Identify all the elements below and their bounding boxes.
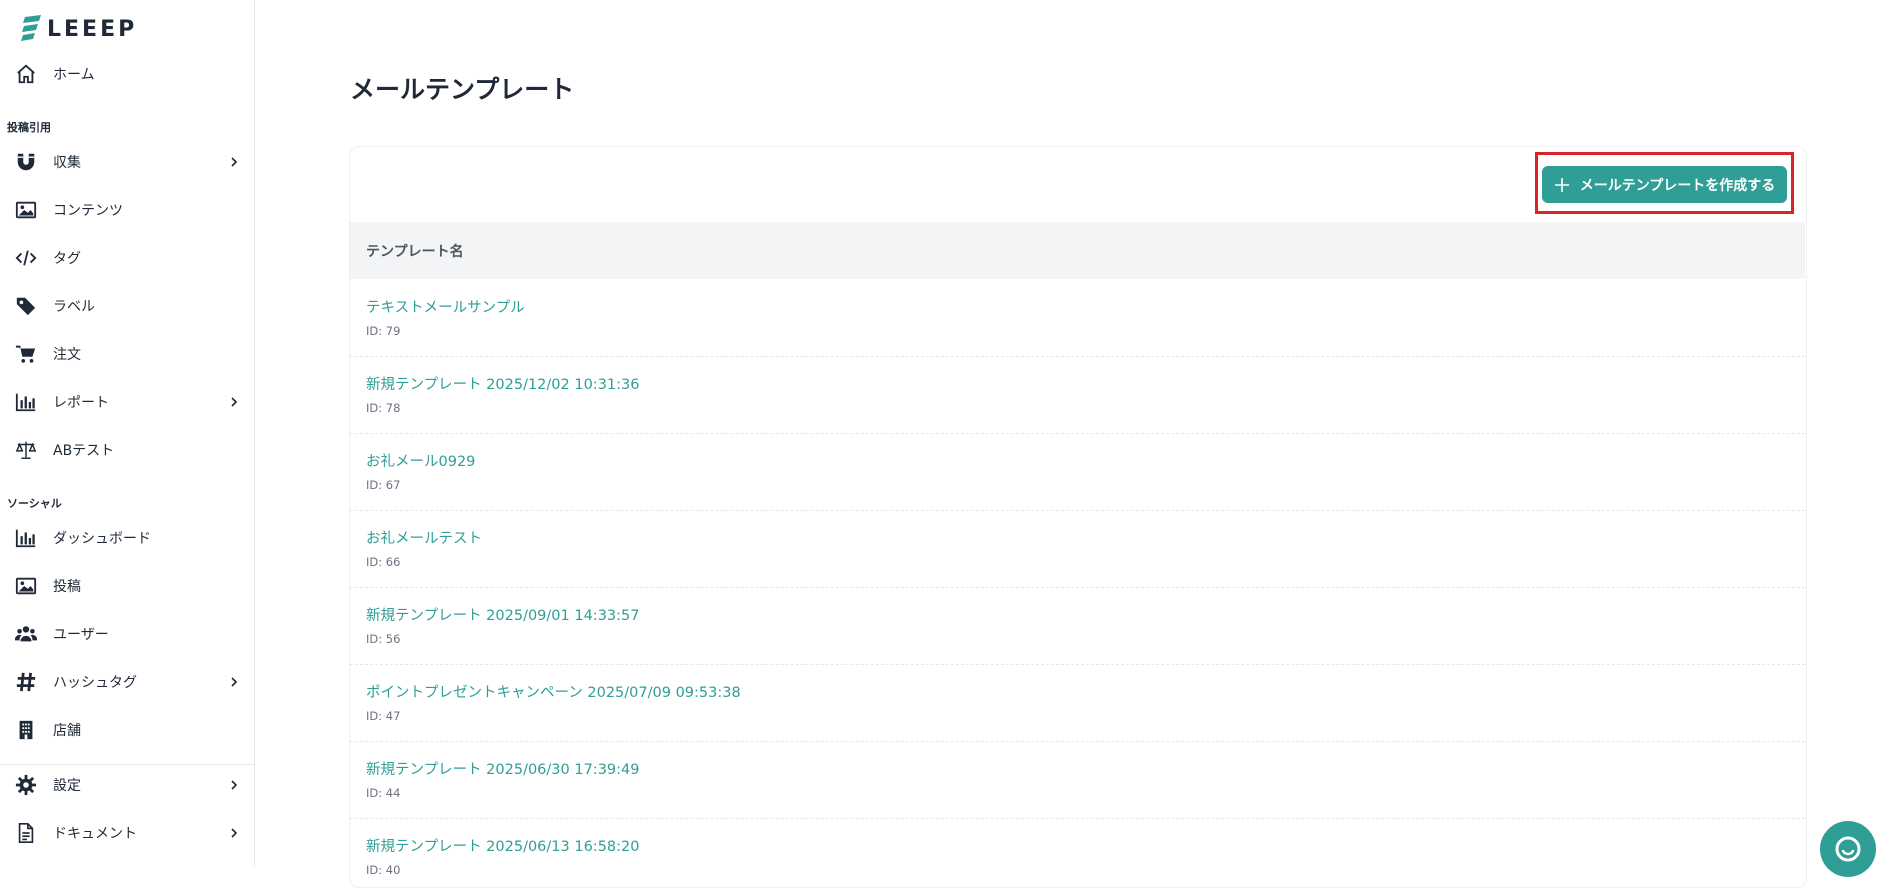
table-row: お礼メールテスト ID: 66 (350, 511, 1805, 588)
sidebar-item-label: タグ (53, 251, 81, 267)
sidebar-item-label: コンテンツ (53, 203, 123, 219)
create-template-button-label: メールテンプレートを作成する (1579, 177, 1776, 194)
sidebar-item-users[interactable]: ユーザー (0, 614, 254, 654)
sidebar-item-label: 注文 (53, 347, 81, 363)
sidebar-item-posts[interactable]: 投稿 (0, 566, 254, 606)
table-row: 新規テンプレート 2025/09/01 14:33:57 ID: 56 (350, 588, 1805, 665)
create-template-button[interactable]: メールテンプレートを作成する (1542, 166, 1787, 203)
chevron-right-icon (231, 677, 238, 687)
sidebar-item-home[interactable]: ホーム (0, 54, 254, 94)
sidebar-item-label: レポート (53, 395, 109, 411)
table-row: 新規テンプレート 2025/06/30 17:39:49 ID: 44 (350, 742, 1805, 819)
image-icon (14, 198, 38, 222)
scale-icon (14, 438, 38, 462)
template-name-link[interactable]: お礼メール0929 (366, 450, 475, 471)
chat-widget-button[interactable] (1820, 821, 1876, 877)
sidebar-item-label: 店舗 (53, 723, 81, 739)
column-header-template-name: テンプレート名 (366, 243, 464, 260)
sidebar-item-label: ハッシュタグ (53, 675, 137, 691)
image-icon (14, 574, 38, 598)
table-row: 新規テンプレート 2025/06/13 16:58:20 ID: 40 (350, 819, 1805, 877)
template-id: ID: 67 (366, 478, 401, 492)
sidebar-item-collect[interactable]: 収集 (0, 142, 254, 182)
sidebar-item-label: ユーザー (53, 627, 109, 643)
logo-text: LEEEP (47, 16, 138, 42)
chevron-right-icon (231, 397, 238, 407)
table-row: 新規テンプレート 2025/12/02 10:31:36 ID: 78 (350, 357, 1805, 434)
chevron-right-icon (231, 828, 238, 838)
sidebar-item-label: ABテスト (53, 443, 115, 459)
sidebar-item-label: 投稿 (53, 579, 81, 595)
document-icon (14, 821, 38, 845)
template-name-link[interactable]: 新規テンプレート 2025/06/30 17:39:49 (366, 758, 639, 779)
template-id: ID: 56 (366, 632, 401, 646)
template-id: ID: 79 (366, 324, 401, 338)
sidebar-item-label: 設定 (53, 778, 81, 794)
plus-icon (1554, 177, 1569, 192)
table-row: テキストメールサンプル ID: 79 (350, 280, 1805, 357)
page-title: メールテンプレート (350, 75, 575, 104)
template-name-link[interactable]: テキストメールサンプル (366, 296, 525, 317)
home-icon (14, 62, 38, 86)
table-row: お礼メール0929 ID: 67 (350, 434, 1805, 511)
template-id: ID: 40 (366, 863, 401, 877)
template-name-link[interactable]: 新規テンプレート 2025/06/13 16:58:20 (366, 835, 639, 856)
chat-icon (1835, 836, 1861, 862)
magnet-icon (14, 150, 38, 174)
chevron-right-icon (231, 157, 238, 167)
bar-chart-icon (14, 390, 38, 414)
bar-chart-icon (14, 526, 38, 550)
cart-icon (14, 342, 38, 366)
users-icon (14, 622, 38, 646)
sidebar-item-stores[interactable]: 店舗 (0, 710, 254, 750)
sidebar-item-reports[interactable]: レポート (0, 382, 254, 422)
code-icon (14, 246, 38, 270)
template-name-link[interactable]: 新規テンプレート 2025/12/02 10:31:36 (366, 373, 639, 394)
template-id: ID: 44 (366, 786, 401, 800)
building-icon (14, 718, 38, 742)
template-name-link[interactable]: 新規テンプレート 2025/09/01 14:33:57 (366, 604, 639, 625)
section-label-posts: 投稿引用 (7, 121, 51, 134)
chevron-right-icon (231, 780, 238, 790)
gear-icon (14, 773, 38, 797)
sidebar-item-label: ダッシュボード (53, 531, 151, 547)
logo-mark-icon (21, 15, 41, 41)
template-name-link[interactable]: お礼メールテスト (366, 527, 482, 548)
sidebar-item-label: ラベル (53, 299, 95, 315)
template-name-link[interactable]: ポイントプレゼントキャンペーン 2025/07/09 09:53:38 (366, 681, 741, 702)
hashtag-icon (14, 670, 38, 694)
section-label-social: ソーシャル (7, 497, 62, 510)
sidebar-item-label: ホーム (53, 67, 95, 83)
sidebar-item-labels[interactable]: ラベル (0, 286, 254, 326)
sidebar-item-contents[interactable]: コンテンツ (0, 190, 254, 230)
sidebar-item-label: ドキュメント (53, 826, 137, 842)
sidebar-item-dashboard[interactable]: ダッシュボード (0, 518, 254, 558)
sidebar-item-settings[interactable]: 設定 (0, 765, 254, 805)
tag-icon (14, 294, 38, 318)
table-header: テンプレート名 (350, 222, 1805, 279)
template-id: ID: 47 (366, 709, 401, 723)
logo[interactable]: LEEEP (21, 13, 137, 45)
template-id: ID: 66 (366, 555, 401, 569)
sidebar-item-orders[interactable]: 注文 (0, 334, 254, 374)
sidebar-item-ab-test[interactable]: ABテスト (0, 430, 254, 470)
sidebar-item-hashtags[interactable]: ハッシュタグ (0, 662, 254, 702)
template-id: ID: 78 (366, 401, 401, 415)
sidebar-item-label: 収集 (53, 155, 81, 171)
sidebar-item-tags[interactable]: タグ (0, 238, 254, 278)
table-row: ポイントプレゼントキャンペーン 2025/07/09 09:53:38 ID: … (350, 665, 1805, 742)
sidebar-item-documents[interactable]: ドキュメント (0, 813, 254, 853)
sidebar: LEEEP ホーム 投稿引用 収集 コンテンツ タグ ラベル 注文 レポート A… (0, 0, 255, 867)
